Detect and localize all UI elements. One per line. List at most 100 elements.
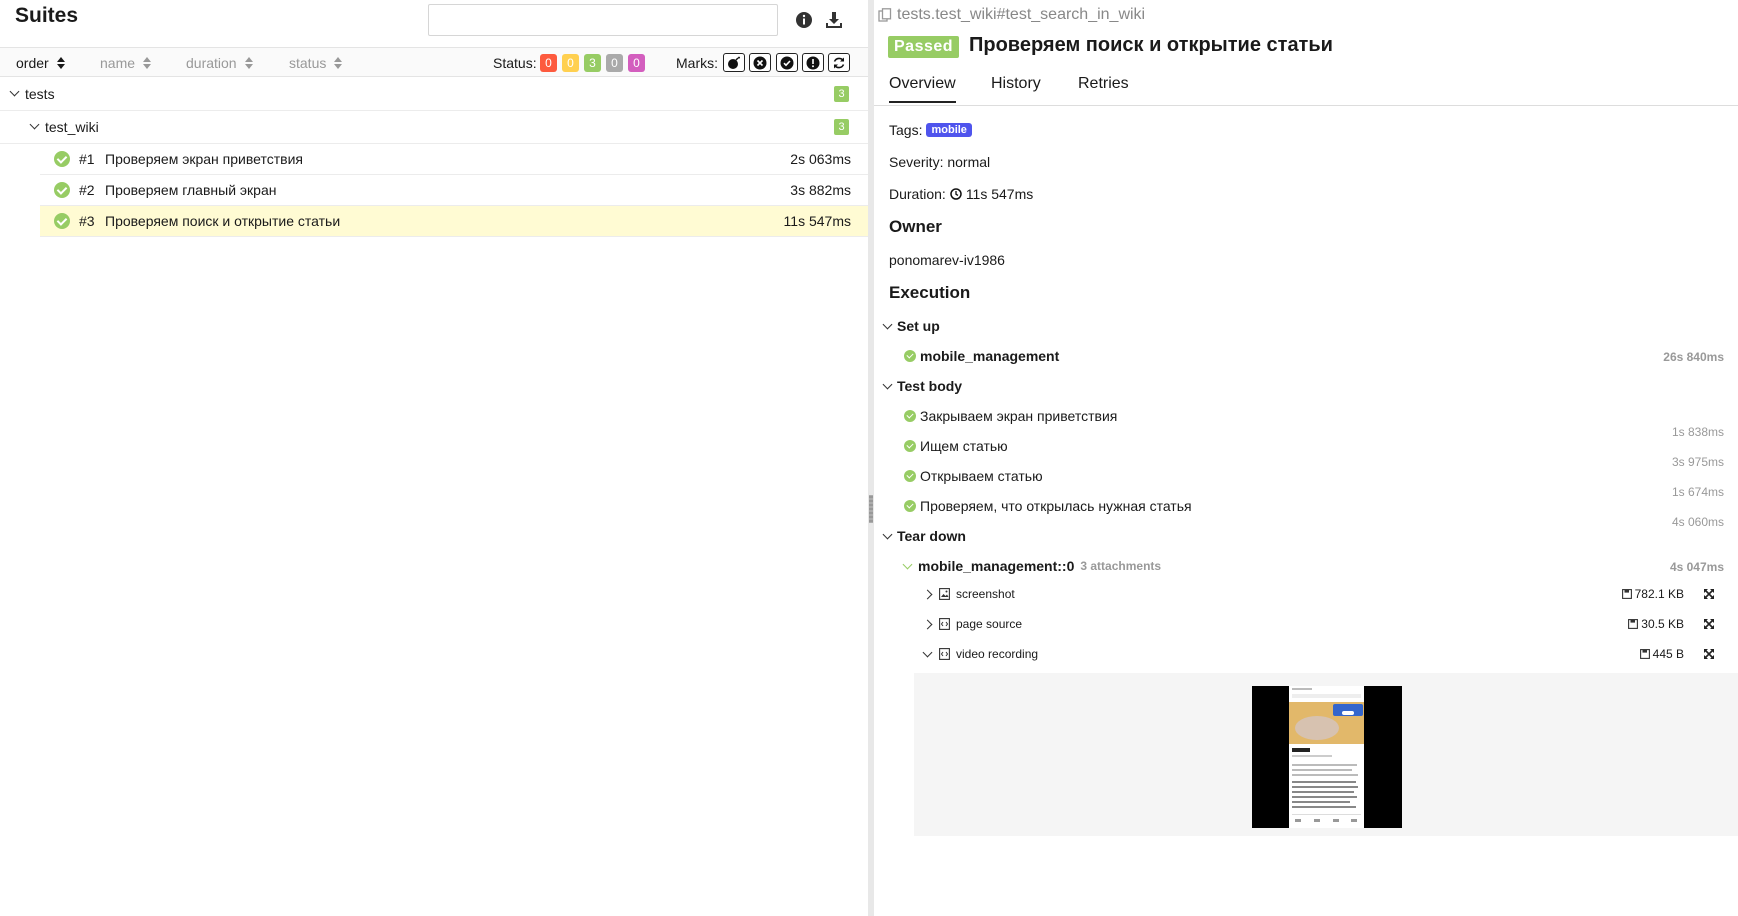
code-file-icon — [939, 648, 950, 660]
passed-icon — [54, 151, 70, 167]
expand-icon[interactable] — [1703, 618, 1715, 630]
check-circle-icon[interactable] — [776, 53, 798, 72]
body-step[interactable]: Проверяем, что открылась нужная статья — [904, 498, 1192, 514]
sort-name-button[interactable]: name — [100, 55, 152, 71]
passed-icon — [904, 470, 916, 482]
test-row[interactable]: #1 Проверяем экран приветствия 2s 063ms — [40, 144, 868, 175]
sort-bar: order name duration status Status: 0 0 3… — [0, 47, 868, 77]
passed-icon — [904, 410, 916, 422]
test-number: #2 — [79, 182, 95, 198]
teardown-step[interactable]: mobile_management::0 3 attachments — [902, 558, 1161, 574]
owner-heading: Owner — [889, 217, 942, 236]
test-number: #1 — [79, 151, 95, 167]
save-icon — [1639, 649, 1650, 659]
attachment-size: 445 B — [1639, 647, 1684, 661]
step-name: Открываем статью — [920, 468, 1043, 484]
marks-filter-label: Marks: — [676, 55, 718, 71]
passed-icon — [904, 350, 916, 362]
step-duration: 26s 840ms — [1663, 350, 1724, 364]
tab-history[interactable]: History — [991, 75, 1041, 101]
attachment-name: screenshot — [956, 587, 1015, 601]
step-name: Закрываем экран приветствия — [920, 408, 1118, 424]
save-icon — [1628, 619, 1639, 629]
test-row-selected[interactable]: #3 Проверяем поиск и открытие статьи 11s… — [40, 206, 868, 237]
chevron-down-icon — [922, 647, 933, 657]
status-filter-label: Status: — [493, 55, 537, 71]
chevron-right-icon — [922, 589, 933, 599]
group-count-badge: 3 — [834, 119, 849, 135]
clock-icon — [950, 188, 962, 200]
test-details-pane: tests.test_wiki#test_search_in_wiki Pass… — [874, 0, 1738, 916]
body-step[interactable]: Ищем статью — [904, 438, 1008, 454]
body-step[interactable]: Закрываем экран приветствия — [904, 408, 1117, 424]
passed-icon — [54, 213, 70, 229]
duration-label: Duration: — [889, 186, 946, 202]
sort-arrows-icon — [244, 57, 253, 69]
image-file-icon — [939, 588, 950, 600]
tags-label: Tags: — [889, 122, 923, 138]
passed-icon — [904, 500, 916, 512]
status-unknown-counter[interactable]: 0 — [628, 54, 645, 72]
step-duration: 3s 975ms — [1671, 455, 1724, 469]
tree-group-tests[interactable]: tests 3 — [0, 78, 868, 111]
copy-icon[interactable] — [878, 8, 892, 22]
sort-arrows-icon — [334, 57, 343, 69]
step-duration: 4s 060ms — [1671, 515, 1724, 529]
code-file-icon — [939, 618, 950, 630]
test-fullname-text: tests.test_wiki#test_search_in_wiki — [897, 6, 1146, 23]
attachment-size: 782.1 KB — [1621, 587, 1684, 601]
attachment-row[interactable]: page source 30.5 KB — [922, 610, 1724, 638]
duration-row: Duration: 11s 547ms — [889, 186, 1033, 202]
attachment-row-expanded[interactable]: video recording 445 B — [922, 640, 1724, 668]
bomb-icon[interactable] — [723, 53, 745, 72]
status-badge: Passed — [888, 36, 960, 58]
tag-badge[interactable]: mobile — [926, 123, 972, 137]
sort-duration-button[interactable]: duration — [186, 55, 253, 71]
duration-value: 11s 547ms — [965, 186, 1034, 202]
sort-status-button[interactable]: status — [289, 55, 343, 71]
status-passed-counter[interactable]: 3 — [584, 54, 601, 72]
stage-setup[interactable]: Set up — [882, 318, 940, 334]
page-title: Suites — [15, 4, 79, 27]
stage-test-body[interactable]: Test body — [882, 378, 963, 394]
setup-step[interactable]: mobile_management — [904, 348, 1059, 364]
expand-icon[interactable] — [1703, 648, 1715, 660]
attachment-size-text: 445 B — [1652, 647, 1684, 661]
attachment-preview — [914, 673, 1738, 836]
status-skipped-counter[interactable]: 0 — [606, 54, 623, 72]
attachment-size: 30.5 KB — [1628, 617, 1684, 631]
stage-label: Test body — [897, 378, 963, 394]
video-player[interactable] — [1252, 686, 1402, 828]
stage-label: Set up — [897, 318, 940, 334]
step-duration: 1s 674ms — [1671, 485, 1724, 499]
attachment-row[interactable]: screenshot 782.1 KB — [922, 580, 1724, 608]
test-name: Проверяем экран приветствия — [105, 151, 303, 167]
body-step[interactable]: Открываем статью — [904, 468, 1043, 484]
tabs: Overview History Retries — [874, 70, 1738, 106]
download-icon[interactable] — [824, 10, 844, 30]
sort-name-label: name — [100, 55, 136, 71]
expand-icon[interactable] — [1703, 588, 1715, 600]
status-failed-counter[interactable]: 0 — [540, 54, 557, 72]
close-circle-icon[interactable] — [749, 53, 771, 72]
status-broken-counter[interactable]: 0 — [562, 54, 579, 72]
tab-overview[interactable]: Overview — [889, 75, 956, 103]
sort-order-button[interactable]: order — [16, 55, 65, 71]
tab-retries[interactable]: Retries — [1078, 75, 1129, 101]
info-icon[interactable] — [794, 10, 814, 30]
attachment-size-text: 782.1 KB — [1634, 587, 1684, 601]
chevron-down-icon — [882, 379, 893, 389]
passed-icon — [54, 182, 70, 198]
splitter-grip-icon[interactable] — [869, 495, 873, 523]
save-icon — [1621, 589, 1632, 599]
chevron-down-icon — [29, 119, 40, 130]
step-duration: 4s 047ms — [1669, 560, 1724, 574]
test-row[interactable]: #2 Проверяем главный экран 3s 882ms — [40, 175, 868, 206]
tree-group-label: tests — [25, 86, 55, 102]
exclamation-circle-icon[interactable] — [802, 53, 824, 72]
stage-teardown[interactable]: Tear down — [882, 528, 966, 544]
refresh-icon[interactable] — [828, 53, 850, 72]
search-input[interactable] — [428, 4, 778, 36]
tree-group-test-wiki[interactable]: test_wiki 3 — [0, 111, 868, 144]
test-name: Проверяем поиск и открытие статьи — [105, 213, 341, 229]
